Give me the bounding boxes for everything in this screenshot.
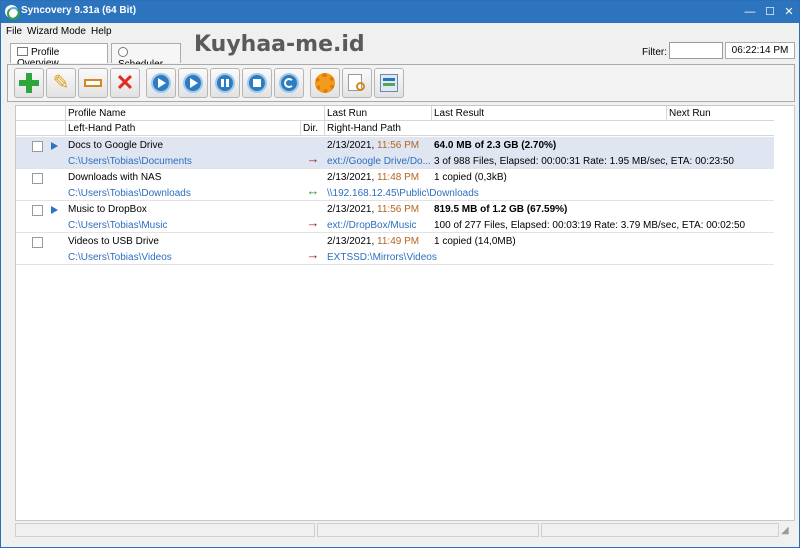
app-logo-icon <box>5 5 20 20</box>
menu-help[interactable]: Help <box>91 26 112 37</box>
col-last-run[interactable]: Last Run <box>327 108 367 119</box>
settings-icon <box>315 73 335 93</box>
title-bar: Syncovery 9.31a (64 Bit) — ☐ ✕ <box>1 1 799 23</box>
settings-button[interactable] <box>310 68 340 98</box>
col-right-path[interactable]: Right-Hand Path <box>327 123 401 134</box>
pause-button[interactable] <box>210 68 240 98</box>
result-detail: 3 of 988 Files, Elapsed: 00:00:31 Rate: … <box>434 156 734 167</box>
status-panel <box>541 523 779 537</box>
minimize-icon[interactable]: — <box>741 3 759 21</box>
delete-icon: ✕ <box>115 70 135 95</box>
profile-name: Videos to USB Drive <box>68 236 159 247</box>
add-profile-button[interactable] <box>14 68 44 98</box>
stop-icon <box>247 73 267 93</box>
right-path: EXTSSD:\Mirrors\Videos <box>327 252 437 263</box>
stop-button[interactable] <box>242 68 272 98</box>
run-icon <box>151 73 171 93</box>
profile-name: Music to DropBox <box>68 204 147 215</box>
status-bar: ◢ <box>15 521 795 539</box>
result-summary: 819.5 MB of 1.2 GB (67.59%) <box>434 204 568 215</box>
table-row[interactable]: Music to DropBox C:\Users\Tobias\Music →… <box>16 201 774 233</box>
run-attended-button[interactable] <box>178 68 208 98</box>
filter-label: Filter: <box>642 47 667 58</box>
right-path: \\192.168.12.45\Public\Downloads <box>327 188 479 199</box>
running-indicator-icon <box>51 142 58 150</box>
app-window: Syncovery 9.31a (64 Bit) — ☐ ✕ File Wiza… <box>0 0 800 548</box>
result-summary: 64.0 MB of 2.3 GB (2.70%) <box>434 140 557 151</box>
filter-input[interactable] <box>669 42 723 59</box>
last-run-date: 2/13/2021, 11:56 PM <box>327 204 420 215</box>
tab-profile-overview[interactable]: Profile Overview <box>10 43 108 69</box>
tab-bar: Profile Overview Scheduler Filter: 06:22… <box>1 40 799 70</box>
direction-right-icon: → <box>306 247 320 262</box>
window-title: Syncovery 9.31a (64 Bit) <box>21 5 137 16</box>
left-path: C:\Users\Tobias\Downloads <box>68 188 191 199</box>
col-last-result[interactable]: Last Result <box>434 108 484 119</box>
toolbar: ✎ ✕ <box>7 64 795 102</box>
direction-right-icon: → <box>306 151 320 166</box>
close-icon[interactable]: ✕ <box>780 3 798 21</box>
refresh-button[interactable] <box>274 68 304 98</box>
last-run-date: 2/13/2021, 11:48 PM <box>327 172 420 183</box>
result-summary: 1 copied (14,0MB) <box>434 236 516 247</box>
add-icon <box>19 73 39 93</box>
run-attended-icon <box>183 73 203 93</box>
maximize-icon[interactable]: ☐ <box>761 3 779 21</box>
direction-both-icon: ↔ <box>306 183 320 198</box>
pause-icon <box>215 73 235 93</box>
status-panel <box>15 523 315 537</box>
profile-table: Profile Name Last Run Last Result Next R… <box>15 105 795 521</box>
table-icon <box>17 47 28 56</box>
edit-icon: ✎ <box>52 72 70 94</box>
table-row[interactable]: Downloads with NAS C:\Users\Tobias\Downl… <box>16 169 774 201</box>
col-profile-name[interactable]: Profile Name <box>68 108 126 119</box>
rename-profile-button[interactable] <box>78 68 108 98</box>
table-header-row-1: Profile Name Last Run Last Result Next R… <box>16 106 774 121</box>
profile-checkbox[interactable] <box>32 173 43 184</box>
status-panel <box>317 523 539 537</box>
right-path: ext://DropBox/Music <box>327 220 417 231</box>
col-next-run[interactable]: Next Run <box>669 108 711 119</box>
last-run-date: 2/13/2021, 11:56 PM <box>327 140 420 151</box>
log-icon <box>347 73 367 93</box>
profile-name: Docs to Google Drive <box>68 140 164 151</box>
profile-checkbox[interactable] <box>32 205 43 216</box>
left-path: C:\Users\Tobias\Videos <box>68 252 172 263</box>
col-left-path[interactable]: Left-Hand Path <box>68 123 135 134</box>
log-button[interactable] <box>342 68 372 98</box>
left-path: C:\Users\Tobias\Documents <box>68 156 192 167</box>
run-button[interactable] <box>146 68 176 98</box>
menu-file[interactable]: File <box>6 26 22 37</box>
direction-right-icon: → <box>306 215 320 230</box>
rename-icon <box>83 73 103 93</box>
profile-checkbox[interactable] <box>32 141 43 152</box>
clock-icon <box>118 47 128 57</box>
left-path: C:\Users\Tobias\Music <box>68 220 168 231</box>
menu-bar: File Wizard Mode Help <box>1 23 799 40</box>
refresh-icon <box>279 73 299 93</box>
last-run-date: 2/13/2021, 11:49 PM <box>327 236 420 247</box>
resize-grip-icon[interactable]: ◢ <box>781 525 789 536</box>
tools-button[interactable] <box>374 68 404 98</box>
table-row[interactable]: Videos to USB Drive C:\Users\Tobias\Vide… <box>16 233 774 265</box>
delete-profile-button[interactable]: ✕ <box>110 68 140 98</box>
tools-icon <box>379 73 399 93</box>
clock-display: 06:22:14 PM <box>725 42 795 59</box>
result-summary: 1 copied (0,3kB) <box>434 172 507 183</box>
result-detail: 100 of 277 Files, Elapsed: 00:03:19 Rate… <box>434 220 746 231</box>
table-row[interactable]: Docs to Google Drive C:\Users\Tobias\Doc… <box>16 137 774 169</box>
col-direction[interactable]: Dir. <box>303 123 318 134</box>
profile-name: Downloads with NAS <box>68 172 162 183</box>
menu-wizard-mode[interactable]: Wizard Mode <box>27 26 86 37</box>
profile-checkbox[interactable] <box>32 237 43 248</box>
tab-scheduler[interactable]: Scheduler <box>111 43 181 70</box>
table-header-row-2: Left-Hand Path Dir. Right-Hand Path <box>16 121 774 136</box>
right-path: ext://Google Drive/Do... <box>327 156 431 167</box>
running-indicator-icon <box>51 206 58 214</box>
edit-profile-button[interactable]: ✎ <box>46 68 76 98</box>
